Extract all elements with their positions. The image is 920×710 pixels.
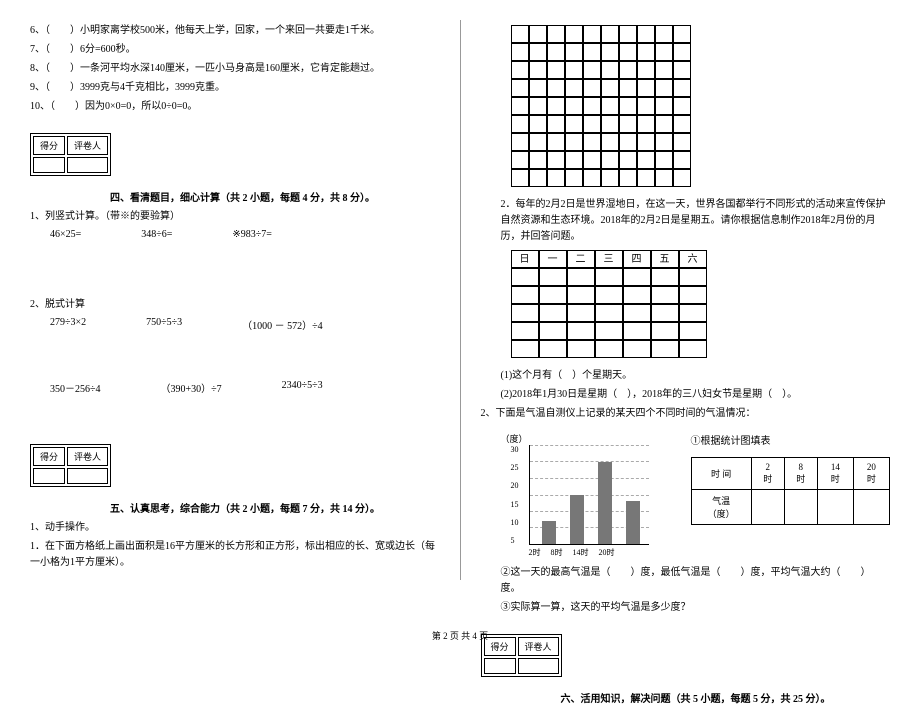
cal-day: 三 — [595, 250, 623, 268]
s5-q2: 2．每年的2月2日是世界湿地日，在这一天，世界各国都举行不同形式的活动来宣传保护… — [481, 197, 891, 245]
time-cell: 20时 — [853, 458, 889, 490]
calc1c: ※983÷7= — [232, 229, 272, 240]
bar-8h — [570, 495, 584, 545]
s4-q2: 2、脱式计算 — [30, 297, 440, 313]
grader-label: 评卷人 — [67, 136, 108, 155]
plot-area — [529, 445, 649, 545]
cal-day: 一 — [539, 250, 567, 268]
time-cell: 2时 — [751, 458, 784, 490]
bar-14h — [598, 462, 612, 544]
q10: 10、（ ）因为0×0=0，所以0÷0=0。 — [30, 99, 440, 115]
bar-2h — [542, 521, 556, 544]
bar-20h — [626, 501, 640, 544]
xtick: 8时 — [551, 547, 563, 558]
calc1a: 46×25= — [50, 229, 81, 240]
th-temp: 气温（度） — [691, 490, 751, 525]
cal-day: 六 — [679, 250, 707, 268]
cal-day: 四 — [623, 250, 651, 268]
section-4-title: 四、看清题目，细心计算（共 2 小题，每题 4 分，共 8 分）。 — [30, 189, 440, 204]
ytick: 30 — [511, 445, 519, 454]
q6: 6、（ ）小明家离学校500米，他每天上学，回家，一个来回一共要走1千米。 — [30, 23, 440, 39]
calc2b: 750÷5÷3 — [146, 317, 182, 332]
th-time: 时 间 — [691, 458, 751, 490]
s5-q3-sub2: ②这一天的最高气温是（ ）度，最低气温是（ ）度，平均气温大约（ ）度。 — [481, 565, 891, 597]
s5-q3: 2、下面是气温自测仪上记录的某天四个不同时间的气温情况： — [481, 406, 891, 422]
section-6-title: 六、活用知识，解决问题（共 5 小题，每题 5 分，共 25 分）。 — [481, 690, 891, 705]
drawing-grid — [511, 25, 891, 187]
ytick: 15 — [511, 500, 519, 509]
column-divider — [460, 20, 461, 580]
ytick: 10 — [511, 518, 519, 527]
xtick: 2时 — [529, 547, 541, 558]
table-title: ①根据统计图填表 — [691, 432, 891, 447]
s4-q1: 1、列竖式计算。（带※的要验算） — [30, 209, 440, 225]
q7: 7、（ ）6分=600秒。 — [30, 42, 440, 58]
time-cell: 8时 — [784, 458, 817, 490]
time-cell: 14时 — [817, 458, 853, 490]
calc3b: （390+30）÷7 — [161, 380, 222, 395]
score-label: 得分 — [33, 136, 65, 155]
y-axis: 30 25 20 15 10 5 — [511, 445, 519, 545]
right-column: 2．每年的2月2日是世界湿地日，在这一天，世界各国都举行不同形式的活动来宣传保护… — [481, 20, 891, 710]
calc-row-2: 279÷3×2 750÷5÷3 （1000 － 572）÷4 — [30, 317, 440, 332]
score-label: 得分 — [33, 447, 65, 466]
calc1b: 348÷6= — [141, 229, 172, 240]
xtick: 14时 — [573, 547, 589, 558]
cal-day: 二 — [567, 250, 595, 268]
q8: 8、（ ）一条河平均水深140厘米，一匹小马身高是160厘米，它肯定能趟过。 — [30, 61, 440, 77]
page-footer: 第 2 页 共 4 页 — [0, 629, 920, 642]
q9: 9、（ ）3999克与4千克相比，3999克重。 — [30, 80, 440, 96]
chart-ylabel: （度） — [501, 432, 661, 445]
chart-container: （度） 30 25 20 15 10 5 — [481, 432, 891, 555]
ytick: 5 — [511, 536, 519, 545]
score-box-5: 得分 评卷人 — [30, 444, 111, 487]
cal-day: 五 — [651, 250, 679, 268]
s5-q2-sub2: (2)2018年1月30日是星期（ ），2018年的三八妇女节是星期（ ）。 — [481, 387, 891, 403]
calc-row-1: 46×25= 348÷6= ※983÷7= — [30, 229, 440, 240]
section-5-title: 五、认真思考，综合能力（共 2 小题，每题 7 分，共 14 分）。 — [30, 500, 440, 515]
s5-q3-sub3: ③实际算一算，这天的平均气温是多少度？ — [481, 600, 891, 616]
calc2c: （1000 － 572）÷4 — [242, 317, 323, 332]
temp-table: 时 间 2时 8时 14时 20时 气温（度） — [691, 457, 891, 525]
left-column: 6、（ ）小明家离学校500米，他每天上学，回家，一个来回一共要走1千米。 7、… — [30, 20, 440, 710]
calc3c: 2340÷5÷3 — [282, 380, 323, 395]
cal-day: 日 — [511, 250, 539, 268]
calc2a: 279÷3×2 — [50, 317, 86, 332]
grader-label: 评卷人 — [67, 447, 108, 466]
xtick: 20时 — [599, 547, 615, 558]
score-box-4: 得分 评卷人 — [30, 133, 111, 176]
x-labels: 2时 8时 14时 20时 — [529, 547, 615, 558]
bar-chart: 30 25 20 15 10 5 — [511, 445, 661, 555]
ytick: 20 — [511, 481, 519, 490]
s5-q1: 1、动手操作。 — [30, 520, 440, 536]
s5-q1-sub: 1．在下面方格纸上画出面积是16平方厘米的长方形和正方形，标出相应的长、宽或边长… — [30, 539, 440, 571]
calc-row-3: 350－256÷4 （390+30）÷7 2340÷5÷3 — [30, 380, 440, 395]
calc3a: 350－256÷4 — [50, 380, 101, 395]
s5-q2-sub1: (1)这个月有（ ）个星期天。 — [481, 368, 891, 384]
ytick: 25 — [511, 463, 519, 472]
calendar-grid: 日 一 二 三 四 五 六 — [511, 250, 891, 358]
